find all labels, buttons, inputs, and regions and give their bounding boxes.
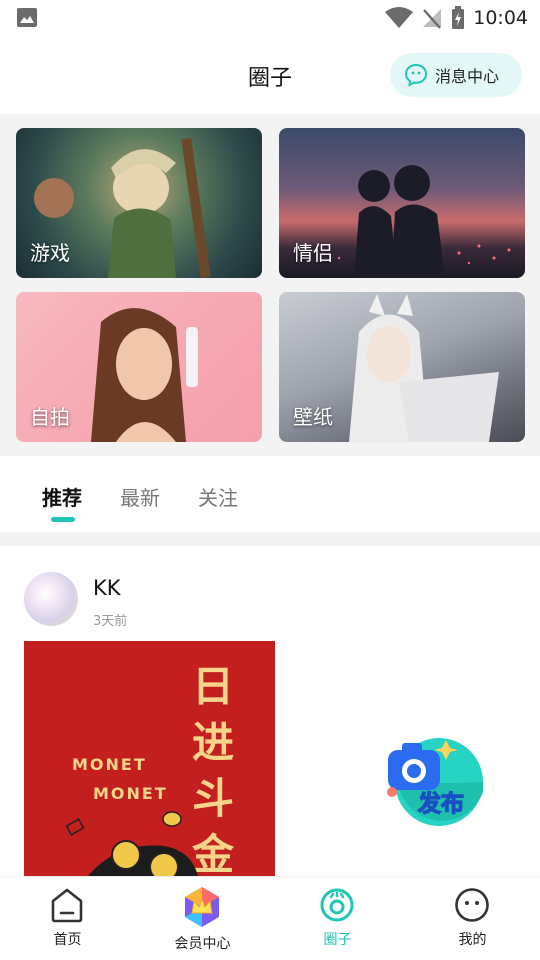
bottom-navigation: 首页 会员中心 圈子 我的	[0, 876, 540, 960]
active-tab-indicator	[51, 517, 75, 522]
tab-latest[interactable]: 最新	[120, 482, 160, 511]
battery-charging-icon	[452, 6, 465, 29]
nav-item-profile[interactable]: 我的	[405, 877, 540, 960]
category-label-couple: 情侣	[293, 241, 333, 265]
tab-following[interactable]: 关注	[198, 482, 238, 511]
camera-publish-icon: 发布	[387, 738, 483, 826]
nav-label-home: 首页	[53, 932, 82, 948]
message-center-button[interactable]: 消息中心	[390, 53, 522, 97]
home-icon	[51, 888, 83, 923]
coins-illustration	[65, 811, 198, 876]
status-bar: 10:04	[0, 0, 540, 36]
category-label-game: 游戏	[30, 241, 70, 265]
profile-face-icon	[455, 888, 489, 922]
vip-crown-icon	[185, 887, 219, 927]
wifi-icon	[385, 7, 414, 28]
nav-label-profile: 我的	[458, 932, 487, 948]
post-image[interactable]: 日 进 斗 金 MONET MONET	[24, 641, 275, 876]
avatar[interactable]	[24, 572, 78, 626]
clock-time: 10:04	[473, 7, 528, 29]
category-card-wallpaper[interactable]: 壁纸	[279, 292, 525, 442]
nav-label-circle: 圈子	[323, 932, 352, 948]
nav-item-circle[interactable]: 圈子	[270, 877, 405, 960]
category-label-selfie: 自拍	[30, 405, 70, 429]
category-card-game[interactable]: 游戏	[16, 128, 262, 278]
category-card-selfie[interactable]: 自拍	[16, 292, 262, 442]
post-username[interactable]: KK	[93, 576, 121, 600]
feed-tabs: 推荐 最新 关注	[0, 456, 540, 532]
chat-bubble-icon	[404, 63, 428, 87]
message-center-label: 消息中心	[435, 67, 500, 86]
post-timestamp: 3天前	[93, 614, 128, 629]
category-label-wallpaper: 壁纸	[293, 405, 333, 429]
category-card-couple[interactable]: 情侣	[279, 128, 525, 278]
nav-item-home[interactable]: 首页	[0, 877, 135, 960]
gallery-notification-icon	[17, 8, 37, 27]
category-grid: 游戏 情侣 自拍 壁纸	[0, 114, 540, 456]
publish-fab-button[interactable]: 发布	[384, 734, 486, 830]
publish-label: 发布	[417, 790, 464, 817]
no-signal-icon	[423, 9, 442, 29]
circle-icon	[320, 888, 354, 922]
nav-label-vip-center: 会员中心	[174, 936, 231, 952]
nav-item-vip-center[interactable]: 会员中心	[135, 877, 270, 960]
tab-recommended[interactable]: 推荐	[42, 482, 82, 511]
app-header: 圈子 消息中心	[0, 36, 540, 114]
